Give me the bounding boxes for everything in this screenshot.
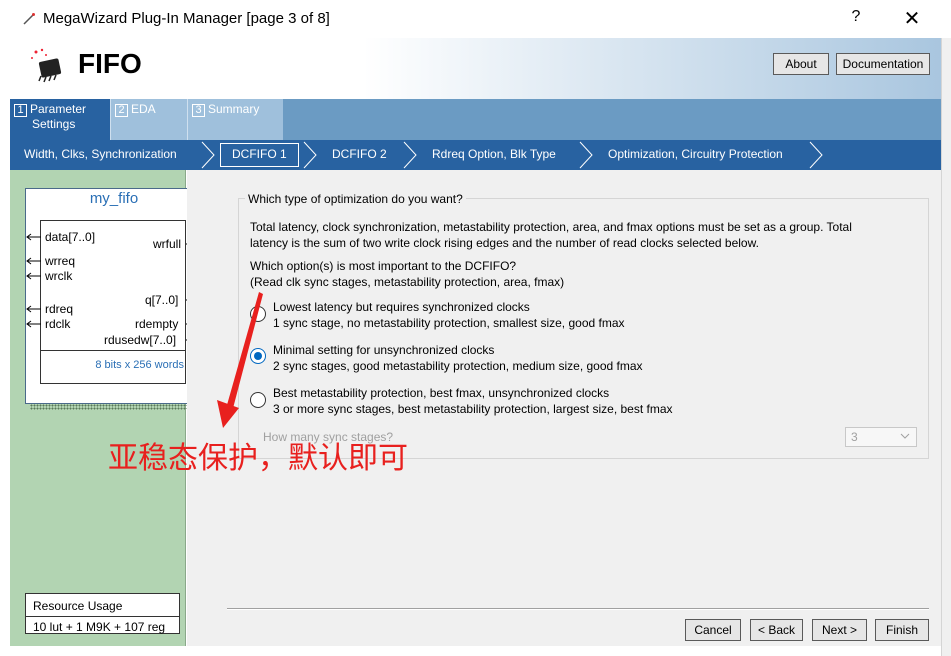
chevron-right-icon [403,141,417,169]
chevron-right-icon [201,141,215,169]
wand-icon [23,13,35,25]
signal-rdclk: rdclk [45,317,71,331]
option-3-title[interactable]: Best metastability protection, best fmax… [273,385,609,401]
title-bar[interactable]: MegaWizard Plug-In Manager [page 3 of 8]… [0,0,951,38]
tab-number: 2 [115,104,128,117]
option-1-title[interactable]: Lowest latency but requires synchronized… [273,299,530,315]
resource-divider [25,616,180,617]
signal-q: q[7..0] [145,293,179,307]
chevron-down-icon [900,433,910,439]
annotation-arrow [217,292,263,428]
chevron-right-icon [579,141,593,169]
resource-usage-value: 10 lut + 1 M9K + 107 reg [33,620,166,634]
crumb-rdreq-option[interactable]: Rdreq Option, Blk Type [432,147,556,161]
option-1-detail: 1 sync stage, no metastability protectio… [273,316,625,330]
symbol-name: my_fifo [89,190,139,207]
tab-label: Parameter [30,102,87,116]
cancel-button[interactable]: Cancel [685,619,741,641]
signal-rdempty: rdempty [135,317,179,331]
question-line-1: Which option(s) is most important to the… [250,259,517,273]
about-button[interactable]: About [773,53,829,75]
input-arrows [26,233,41,328]
finish-button[interactable]: Finish [875,619,929,641]
tab-number: 3 [192,104,205,117]
chevron-right-icon [809,141,823,169]
tab-summary[interactable]: 3 Summary [187,99,283,140]
question-line-2: (Read clk sync stages, metastability pro… [250,275,565,289]
resource-usage-label: Resource Usage [33,599,123,613]
description-line-1: Total latency, clock synchronization, me… [250,220,852,234]
megawizard-window: MegaWizard Plug-In Manager [page 3 of 8]… [0,0,951,656]
tab-eda[interactable]: 2 EDA [110,99,187,140]
tab-number: 1 [14,104,27,117]
symbol-divider [40,350,186,351]
tab-label: Summary [208,102,260,116]
signal-data: data[7..0] [45,230,96,244]
tab-label: EDA [131,102,156,116]
tab-label-line2: Settings [32,117,76,131]
option-2-title[interactable]: Minimal setting for unsynchronized clock… [273,342,494,358]
next-button[interactable]: Next > [812,619,867,641]
back-button[interactable]: < Back [750,619,803,641]
megafunction-title: FIFO [78,48,142,79]
window-title: MegaWizard Plug-In Manager [page 3 of 8] [43,10,330,27]
signal-wrclk: wrclk [45,269,73,283]
signal-rdreq: rdreq [45,302,74,316]
signal-wrreq: wrreq [45,254,76,268]
signal-rdusedw: rdusedw[7..0] [104,333,177,347]
footer-divider-highlight [227,609,929,610]
symbol-size-note: 8 bits x 256 words [95,359,184,371]
tab-parameter-settings[interactable]: 1 Parameter Settings [10,99,110,140]
window-edge-strip [941,38,951,656]
crumb-dcfifo-1[interactable]: DCFIFO 1 [232,147,287,161]
crumb-width-clks[interactable]: Width, Clks, Synchronization [24,147,177,161]
signal-wrfull: wrfull [153,237,182,251]
documentation-button[interactable]: Documentation [836,53,930,75]
description-line-2: latency is the sum of two write clock ri… [250,236,759,250]
crumb-optimization[interactable]: Optimization, Circuitry Protection [608,147,783,161]
annotation-text: 亚稳态保护，默认即可 [108,441,408,476]
option-3-detail: 3 or more sync stages, best metastabilit… [273,402,673,416]
group-title: Which type of optimization do you want? [245,192,466,206]
chevron-right-icon [303,141,317,169]
crumb-dcfifo-2[interactable]: DCFIFO 2 [332,147,387,161]
help-button[interactable]: ? [846,8,866,30]
close-button[interactable]: ✕ [898,6,926,32]
chip-icon [31,48,62,83]
option-2-detail: 2 sync stages, good metastability protec… [273,359,643,373]
